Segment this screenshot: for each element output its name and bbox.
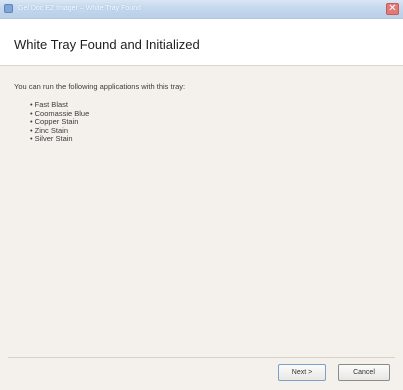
wizard-content: You can run the following applications w… [14,82,389,144]
window-title: Gel Doc EZ Imager – White Tray Found [18,5,141,12]
title-bar[interactable]: Gel Doc EZ Imager – White Tray Found ✕ [0,0,403,19]
wizard-header: White Tray Found and Initialized [0,19,403,66]
page-title: White Tray Found and Initialized [14,37,200,52]
list-item: Copper Stain [30,117,389,127]
app-icon [4,4,13,13]
next-button[interactable]: Next > [278,364,326,381]
footer-divider [8,357,395,358]
list-item: Silver Stain [30,134,389,144]
close-icon: ✕ [388,3,397,14]
list-item: Coomassie Blue [30,109,389,119]
intro-text: You can run the following applications w… [14,82,186,91]
list-item: Zinc Stain [30,126,389,136]
wizard-window: Gel Doc EZ Imager – White Tray Found ✕ W… [0,0,403,390]
application-list: Fast Blast Coomassie Blue Copper Stain Z… [30,100,389,144]
cancel-button[interactable]: Cancel [338,364,390,381]
close-button[interactable]: ✕ [386,3,399,15]
